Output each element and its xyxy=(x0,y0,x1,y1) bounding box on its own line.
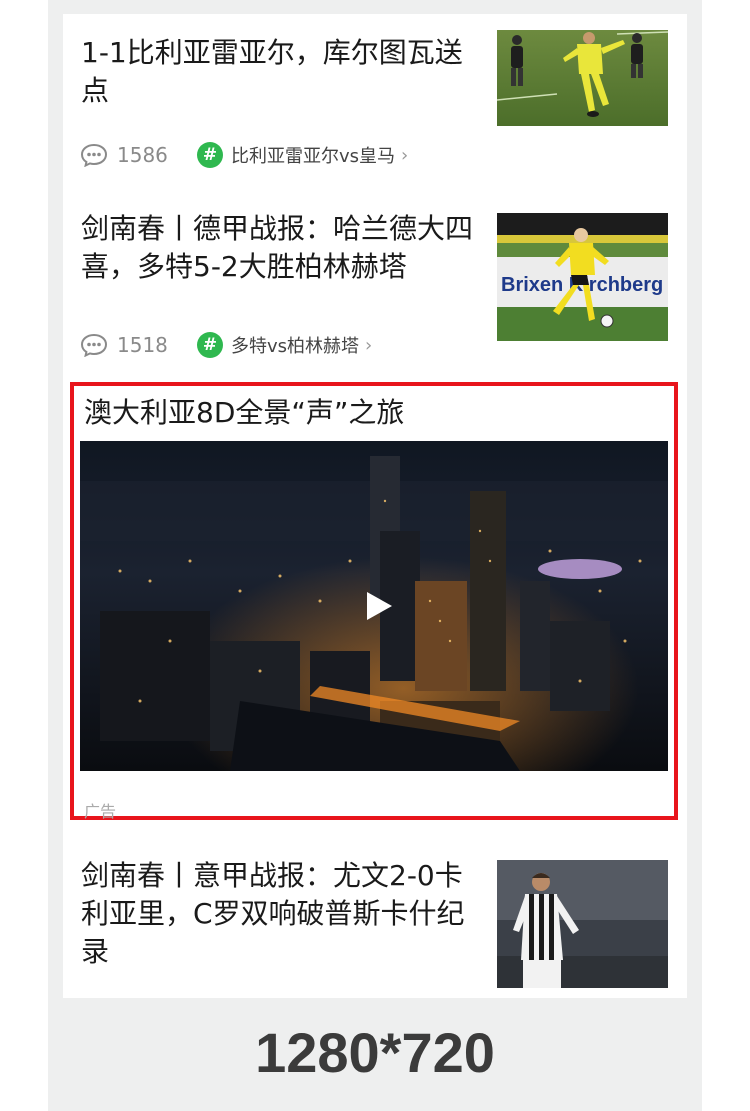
comment-icon xyxy=(80,333,108,358)
hashtag-icon: # xyxy=(197,142,223,168)
ad-video[interactable] xyxy=(80,441,668,771)
article-thumbnail xyxy=(497,860,668,988)
play-icon[interactable] xyxy=(361,589,395,623)
chevron-right-icon: › xyxy=(365,334,373,356)
article-title: 剑南春丨意甲战报：尤文2-0卡利亚里，C罗双响破普斯卡什纪录 xyxy=(81,859,465,968)
chevron-right-icon: › xyxy=(401,144,409,166)
ad-card[interactable]: 澳大利亚8D全景“声”之旅 广告 xyxy=(70,382,678,821)
topic-label: 比利亚雷亚尔vs皇马 xyxy=(231,146,396,167)
article-item[interactable]: 剑南春丨德甲战报：哈兰德大四喜，多特5-2大胜柏林赫塔 Brixen Kirch… xyxy=(63,196,687,366)
ad-title: 澳大利亚8D全景“声”之旅 xyxy=(84,396,405,429)
article-item[interactable]: 剑南春丨意甲战报：尤文2-0卡利亚里，C罗双响破普斯卡什纪录 xyxy=(63,842,687,998)
article-title: 1-1比利亚雷亚尔，库尔图瓦送点 xyxy=(81,36,463,107)
ad-label: 广告 xyxy=(84,802,117,821)
article-item[interactable]: 1-1比利亚雷亚尔，库尔图瓦送点 1586 # 比利亚雷亚尔vs皇马 › xyxy=(63,14,687,184)
comment-count: 1586 xyxy=(117,143,168,167)
topic-tag[interactable]: # 多特vs柏林赫塔 › xyxy=(197,332,372,358)
hashtag-icon: # xyxy=(197,332,223,358)
comment-icon xyxy=(80,143,108,168)
topic-tag[interactable]: # 比利亚雷亚尔vs皇马 › xyxy=(197,142,408,168)
news-feed: 1-1比利亚雷亚尔，库尔图瓦送点 1586 # 比利亚雷亚尔vs皇马 › 剑南春… xyxy=(63,14,687,998)
article-meta: 1518 # 多特vs柏林赫塔 › xyxy=(80,330,372,360)
article-thumbnail xyxy=(497,30,668,126)
comment-count: 1518 xyxy=(117,333,168,357)
resolution-caption: 1280*720 xyxy=(255,1021,495,1084)
topic-label: 多特vs柏林赫塔 xyxy=(231,336,360,357)
article-meta: 1586 # 比利亚雷亚尔vs皇马 › xyxy=(80,140,408,170)
article-title: 剑南春丨德甲战报：哈兰德大四喜，多特5-2大胜柏林赫塔 xyxy=(81,212,474,283)
article-thumbnail: Brixen Kirchberg - W xyxy=(497,213,668,341)
